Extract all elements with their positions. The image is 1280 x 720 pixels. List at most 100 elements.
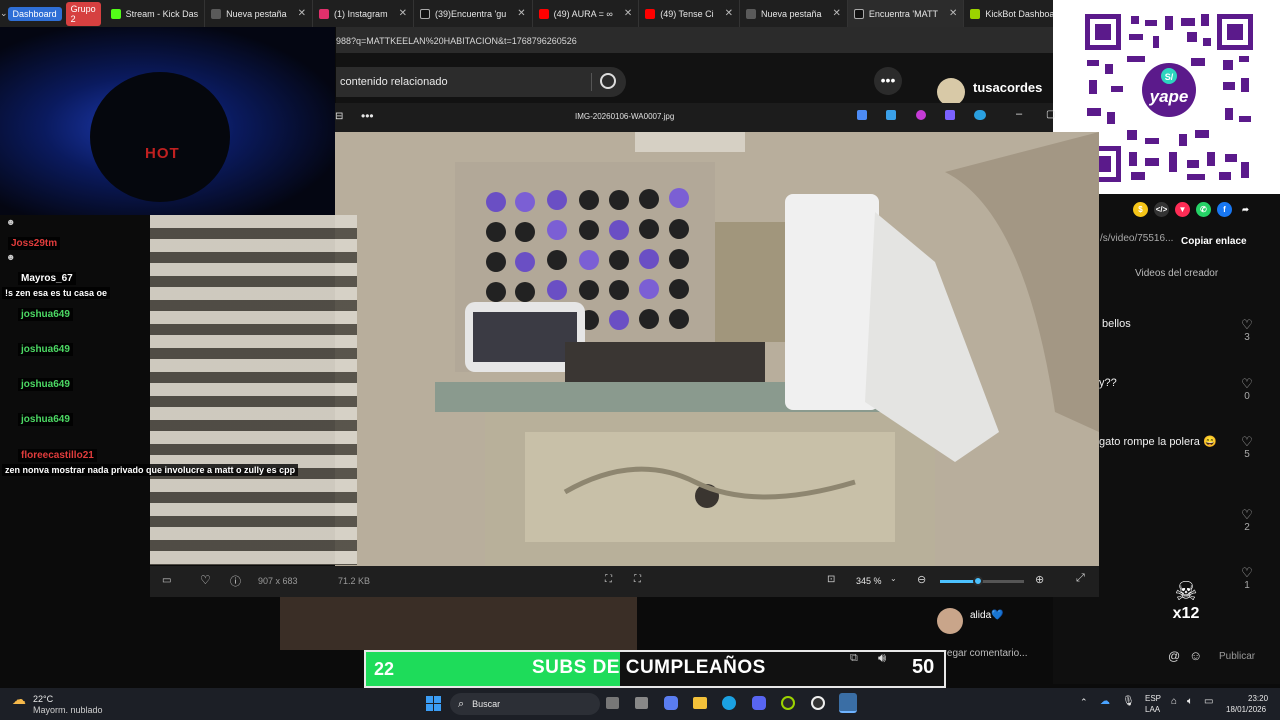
heart-icon[interactable]: ♡: [1237, 508, 1257, 522]
copilot-icon[interactable]: [857, 110, 867, 120]
publish-button[interactable]: Publicar: [1219, 651, 1255, 662]
like-button[interactable]: ♡ 1: [1237, 566, 1257, 592]
close-tab-icon[interactable]: ✕: [725, 8, 733, 19]
chat-username[interactable]: joshua649: [18, 413, 73, 426]
widgets-icon[interactable]: [635, 697, 648, 709]
emoji-icon[interactable]: ☺: [1189, 648, 1202, 663]
microphone-icon[interactable]: 🎙︎: [1122, 696, 1135, 707]
picture-in-picture-icon[interactable]: ⧉: [850, 652, 858, 665]
clock-date[interactable]: 18/01/2026: [1226, 705, 1266, 714]
chat-username[interactable]: joshua649: [18, 308, 73, 321]
commenter-avatar[interactable]: [937, 608, 963, 634]
chat-username[interactable]: floreecastillo21: [18, 449, 97, 462]
obs-icon[interactable]: [781, 696, 795, 710]
close-tab-icon[interactable]: ✕: [833, 8, 841, 19]
facebook-icon[interactable]: f: [1217, 202, 1232, 217]
info-icon[interactable]: ⓘ: [230, 573, 241, 589]
like-button[interactable]: ♡ 3: [1237, 318, 1257, 344]
filmstrip-icon[interactable]: ▭: [162, 575, 171, 586]
zoom-out-icon[interactable]: ⊖: [917, 573, 926, 586]
coin-icon[interactable]: $: [1133, 202, 1148, 217]
tab-new-tab[interactable]: Nueva pestaña ✕: [205, 0, 314, 27]
network-icon[interactable]: ⌂: [1171, 696, 1177, 707]
mention-icon[interactable]: @: [1168, 649, 1180, 663]
close-tab-icon[interactable]: ✕: [949, 8, 957, 19]
like-button[interactable]: ♡ 2: [1237, 508, 1257, 534]
like-button[interactable]: ♡ 5: [1237, 435, 1257, 461]
more-options-button[interactable]: •••: [874, 67, 902, 95]
close-tab-icon[interactable]: ✕: [399, 8, 407, 19]
commenter-name[interactable]: alida💙: [970, 610, 1004, 621]
maximize-icon[interactable]: ▢: [1046, 109, 1055, 120]
minimize-icon[interactable]: –: [1016, 108, 1022, 120]
copy-link-button[interactable]: Copiar enlace: [1181, 236, 1247, 247]
tab-creator-videos[interactable]: Videos del creador: [1135, 268, 1218, 279]
weather-icon[interactable]: ☁: [12, 691, 26, 708]
photos-app-icon[interactable]: [839, 693, 857, 713]
tab-group-grupo-2[interactable]: Grupo 2: [65, 1, 101, 26]
fit-screen-icon[interactable]: ⊡: [827, 574, 835, 585]
address-bar[interactable]: 988?q=MATTKEELAN%20HABITACION&t=17687962…: [336, 27, 1053, 53]
tab-group-dashboard[interactable]: Dashboard: [7, 6, 62, 21]
onedrive-tray-icon[interactable]: ☁: [1100, 696, 1110, 707]
send-icon[interactable]: ▼: [1175, 202, 1190, 217]
language-line-2[interactable]: LAA: [1145, 705, 1160, 714]
chat-username[interactable]: Mayros_67: [18, 272, 76, 285]
search-icon[interactable]: [600, 73, 616, 89]
tab-kickbot[interactable]: KickBot Dashboar✕: [964, 0, 1053, 27]
favorite-heart-icon[interactable]: ♡: [200, 573, 211, 587]
embed-icon[interactable]: </>: [1154, 202, 1169, 217]
tab-search-chevron-icon[interactable]: ⌄: [0, 8, 8, 19]
close-tab-icon[interactable]: ✕: [298, 8, 306, 19]
fullscreen-icon[interactable]: ⤢: [1076, 572, 1085, 585]
edge-icon[interactable]: [722, 696, 736, 710]
tab-kick-stream[interactable]: Stream - Kick Das: [105, 0, 206, 27]
sidebar-toggle-icon[interactable]: ⊟: [335, 111, 343, 122]
designer-icon[interactable]: [916, 110, 926, 120]
task-view-icon[interactable]: [606, 697, 619, 709]
discord-icon[interactable]: [752, 696, 766, 710]
tab-youtube-tense[interactable]: (49) Tense Ci ✕: [639, 0, 740, 27]
tab-new-tab-2[interactable]: Nueva pestaña ✕: [740, 0, 848, 27]
file-explorer-icon[interactable]: [693, 697, 707, 709]
clipchamp-icon[interactable]: [945, 110, 955, 120]
chevron-down-icon[interactable]: ⌄: [890, 574, 897, 583]
clock-time[interactable]: 23:20: [1248, 694, 1268, 703]
close-tab-icon[interactable]: ✕: [517, 8, 525, 19]
more-menu-icon[interactable]: •••: [361, 109, 374, 123]
chat-username[interactable]: joshua649: [18, 378, 73, 391]
tab-tiktok-search[interactable]: (39)Encuentra 'gu ✕: [414, 0, 533, 27]
chat-username[interactable]: joshua649: [18, 343, 73, 356]
search-input[interactable]: contenido relacionado: [336, 67, 626, 97]
chevron-up-icon[interactable]: ⌃: [1080, 697, 1088, 708]
windows-start-icon[interactable]: [426, 696, 441, 711]
comment-input[interactable]: gregar comentario...: [938, 648, 1088, 659]
zoom-slider[interactable]: [940, 576, 1024, 586]
heart-icon[interactable]: ♡: [1237, 318, 1257, 332]
tab-tiktok-matt[interactable]: Encuentra 'MATT ✕: [847, 0, 965, 27]
share-arrow-icon[interactable]: ➦: [1238, 202, 1253, 217]
heart-icon[interactable]: ♡: [1237, 435, 1257, 449]
tab-youtube-aura[interactable]: (49) AURA = ∞ ✕: [533, 0, 640, 27]
taskbar-search[interactable]: ⌕ Buscar: [450, 693, 600, 715]
copilot-taskbar-icon[interactable]: [664, 696, 678, 710]
language-line-1[interactable]: ESP: [1145, 694, 1161, 703]
crop-icon[interactable]: ⛶: [605, 574, 612, 585]
select-icon[interactable]: ⛶: [634, 574, 641, 585]
chat-username[interactable]: Joss29tm: [8, 237, 61, 250]
onedrive-icon[interactable]: [974, 110, 986, 120]
zoom-slider-thumb[interactable]: [972, 576, 983, 586]
creator-avatar[interactable]: [937, 78, 965, 106]
edit-icon[interactable]: [886, 110, 896, 120]
heart-icon[interactable]: ♡: [1237, 566, 1257, 580]
like-button[interactable]: ♡ 0: [1237, 377, 1257, 403]
heart-icon[interactable]: ♡: [1237, 377, 1257, 391]
video-link-field[interactable]: /s/video/75516...: [1100, 233, 1178, 251]
tab-instagram[interactable]: (1) Instagram ✕: [313, 0, 414, 27]
zoom-in-icon[interactable]: ⊕: [1035, 573, 1044, 586]
zoom-level-dropdown[interactable]: 345 %: [856, 576, 882, 586]
volume-tray-icon[interactable]: 🔈︎: [1187, 696, 1193, 707]
close-tab-icon[interactable]: ✕: [624, 8, 632, 19]
volume-icon[interactable]: 🔊︎: [878, 650, 886, 666]
creator-name[interactable]: tusacordes: [973, 80, 1042, 95]
